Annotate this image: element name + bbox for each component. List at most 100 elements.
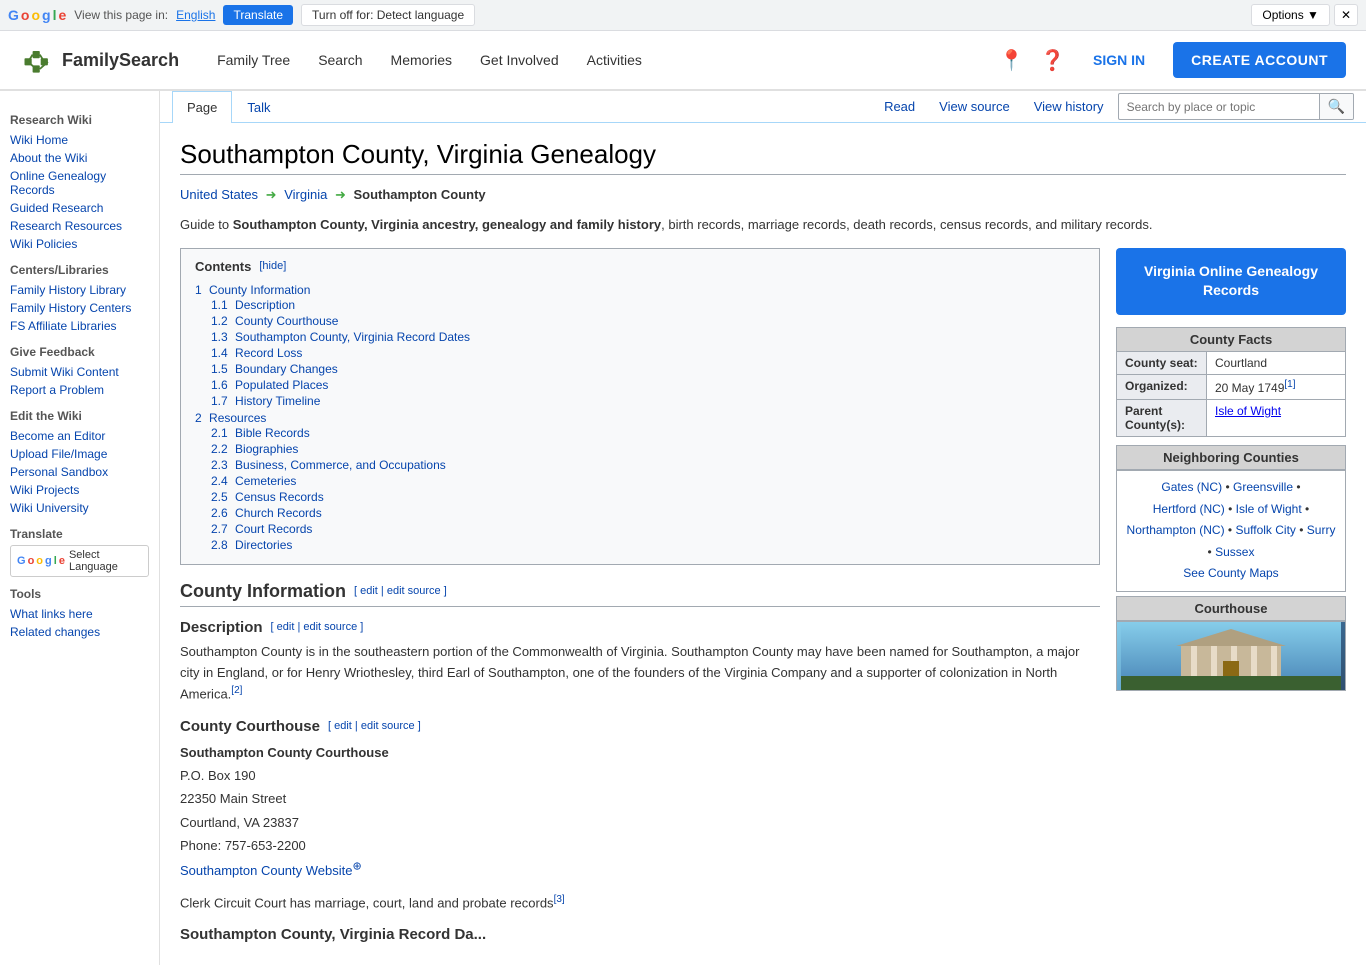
- courthouse-heading: County Courthouse [ edit | edit source ]: [180, 718, 1100, 735]
- toc-link-2-8[interactable]: 2.8 Directories: [211, 538, 292, 552]
- neighbor-isle-of-wight[interactable]: Isle of Wight: [1236, 502, 1302, 516]
- sidebar-wiki-projects[interactable]: Wiki Projects: [10, 481, 149, 499]
- help-icon[interactable]: ❓: [1040, 48, 1065, 73]
- courthouse-website-sup: ⊕: [352, 860, 361, 872]
- county-facts-table: County Facts County seat: Courtland Orga…: [1116, 327, 1346, 437]
- sidebar-personal-sandbox[interactable]: Personal Sandbox: [10, 463, 149, 481]
- create-account-button[interactable]: CREATE ACCOUNT: [1173, 42, 1346, 78]
- sidebar-what-links[interactable]: What links here: [10, 605, 149, 623]
- nav-get-involved[interactable]: Get Involved: [466, 30, 573, 90]
- toc-link-1-6[interactable]: 1.6 Populated Places: [211, 378, 328, 392]
- sidebar-submit-wiki[interactable]: Submit Wiki Content: [10, 363, 149, 381]
- wiki-search-input[interactable]: [1119, 96, 1319, 118]
- toc-link-1-4[interactable]: 1.4 Record Loss: [211, 346, 302, 360]
- fs-logo[interactable]: FamilySearch: [20, 42, 179, 78]
- fs-logo-icon: [20, 42, 56, 78]
- tab-view-history[interactable]: View history: [1024, 91, 1114, 122]
- toc-link-1-3[interactable]: 1.3 Southampton County, Virginia Record …: [211, 330, 470, 344]
- nav-memories[interactable]: Memories: [377, 30, 466, 90]
- toc-link-1[interactable]: 1 County Information: [195, 283, 310, 297]
- courthouse-website-link[interactable]: Southampton County Website⊕: [180, 863, 362, 878]
- sidebar-guided-research[interactable]: Guided Research: [10, 199, 149, 217]
- va-genealogy-button[interactable]: Virginia Online GenealogyRecords: [1116, 248, 1346, 315]
- contents-hide[interactable]: [hide]: [259, 260, 286, 272]
- courthouse-city: Courtland, VA 23837: [180, 811, 1100, 834]
- toc-link-2-3[interactable]: 2.3 Business, Commerce, and Occupations: [211, 458, 446, 472]
- description-edit: [ edit | edit source ]: [271, 621, 364, 633]
- sidebar-online-genealogy[interactable]: Online Genealogy Records: [10, 167, 149, 199]
- sign-in-button[interactable]: SIGN IN: [1081, 44, 1157, 76]
- tab-view-source[interactable]: View source: [929, 91, 1020, 122]
- sidebar-research-resources[interactable]: Research Resources: [10, 217, 149, 235]
- toc-link-1-2[interactable]: 1.2 County Courthouse: [211, 314, 338, 328]
- toc-item-2-8: 2.8 Directories: [211, 537, 1085, 553]
- description-edit-link[interactable]: edit: [277, 621, 295, 633]
- close-translate-button[interactable]: ✕: [1334, 4, 1358, 26]
- see-county-maps[interactable]: See County Maps: [1183, 566, 1278, 580]
- sidebar-become-editor[interactable]: Become an Editor: [10, 427, 149, 445]
- toc-link-1-1[interactable]: 1.1 Description: [211, 298, 295, 312]
- toc-link-2-4[interactable]: 2.4 Cemeteries: [211, 474, 296, 488]
- parent-label: Parent County(s):: [1117, 399, 1207, 436]
- neighbor-northampton[interactable]: Northampton (NC): [1127, 523, 1225, 537]
- description-edit-source-link[interactable]: edit source: [303, 621, 357, 633]
- sidebar-wiki-home[interactable]: Wiki Home: [10, 131, 149, 149]
- courthouse-edit-source-link[interactable]: edit source: [361, 720, 415, 732]
- toc-link-2-5[interactable]: 2.5 Census Records: [211, 490, 324, 504]
- description-text: Southampton County is in the southeaster…: [180, 642, 1100, 706]
- toc-item-2: 2 Resources 2.1 Bible Records 2.2 Biogra…: [195, 410, 1085, 554]
- sidebar-related-changes[interactable]: Related changes: [10, 623, 149, 641]
- toc-link-2[interactable]: 2 Resources: [195, 411, 266, 425]
- sidebar-fs-affiliate[interactable]: FS Affiliate Libraries: [10, 317, 149, 335]
- nav-family-tree[interactable]: Family Tree: [203, 30, 304, 90]
- article-intro: Guide to Southampton County, Virginia an…: [180, 215, 1346, 236]
- breadcrumb-arrow-1: ➜: [266, 187, 277, 202]
- tab-talk[interactable]: Talk: [232, 91, 285, 123]
- sidebar-report-problem[interactable]: Report a Problem: [10, 381, 149, 399]
- sidebar-about-wiki[interactable]: About the Wiki: [10, 149, 149, 167]
- description-label: Description: [180, 619, 263, 636]
- translate-button[interactable]: Translate: [223, 5, 293, 25]
- turn-off-button[interactable]: Turn off for: Detect language: [301, 4, 475, 26]
- tab-read[interactable]: Read: [874, 91, 925, 122]
- toc-sub-2: 2.1 Bible Records 2.2 Biographies 2.3 Bu…: [195, 425, 1085, 553]
- google-bar-right: Options ▼ ✕: [1251, 4, 1358, 26]
- sidebar-family-history-library[interactable]: Family History Library: [10, 281, 149, 299]
- toc-link-1-7[interactable]: 1.7 History Timeline: [211, 394, 320, 408]
- nav-search[interactable]: Search: [304, 30, 376, 90]
- nav-activities[interactable]: Activities: [573, 30, 656, 90]
- neighbor-gates[interactable]: Gates (NC): [1161, 480, 1222, 494]
- parent-county-link[interactable]: Isle of Wight: [1215, 404, 1281, 418]
- courthouse-edit-link[interactable]: edit: [334, 720, 352, 732]
- neighbor-greensville[interactable]: Greensville: [1233, 480, 1293, 494]
- neighbor-sussex[interactable]: Sussex: [1215, 545, 1254, 559]
- toc-link-1-5[interactable]: 1.5 Boundary Changes: [211, 362, 338, 376]
- wiki-search-button[interactable]: 🔍: [1319, 94, 1353, 119]
- sidebar-upload-file[interactable]: Upload File/Image: [10, 445, 149, 463]
- neighbor-surry[interactable]: Surry: [1307, 523, 1336, 537]
- toc-link-2-6[interactable]: 2.6 Church Records: [211, 506, 322, 520]
- county-info-heading: County Information [ edit | edit source …: [180, 581, 1100, 607]
- options-button[interactable]: Options ▼: [1251, 4, 1330, 26]
- sidebar-wiki-university[interactable]: Wiki University: [10, 499, 149, 517]
- toc-link-2-7[interactable]: 2.7 Court Records: [211, 522, 312, 536]
- county-info-edit-source-link[interactable]: edit source: [387, 585, 441, 597]
- sidebar-family-history-centers[interactable]: Family History Centers: [10, 299, 149, 317]
- toc-item-2-3: 2.3 Business, Commerce, and Occupations: [211, 457, 1085, 473]
- sidebar-wiki-policies[interactable]: Wiki Policies: [10, 235, 149, 253]
- toc-item-2-5: 2.5 Census Records: [211, 489, 1085, 505]
- breadcrumb-virginia[interactable]: Virginia: [284, 187, 327, 202]
- toc-link-2-1[interactable]: 2.1 Bible Records: [211, 426, 310, 440]
- location-icon[interactable]: 📍: [999, 48, 1024, 73]
- county-info-edit-link[interactable]: edit: [360, 585, 378, 597]
- neighbor-hertford[interactable]: Hertford (NC): [1153, 502, 1225, 516]
- neighbor-suffolk[interactable]: Suffolk City: [1235, 523, 1295, 537]
- breadcrumb-us[interactable]: United States: [180, 187, 258, 202]
- google-translate-widget[interactable]: Google Select Language: [10, 545, 149, 577]
- courthouse-street: 22350 Main Street: [180, 787, 1100, 810]
- county-seat-value: Courtland: [1207, 351, 1346, 374]
- tab-page[interactable]: Page: [172, 91, 232, 123]
- language-link[interactable]: English: [176, 8, 215, 22]
- toc-link-2-2[interactable]: 2.2 Biographies: [211, 442, 298, 456]
- courthouse-svg: [1121, 621, 1341, 691]
